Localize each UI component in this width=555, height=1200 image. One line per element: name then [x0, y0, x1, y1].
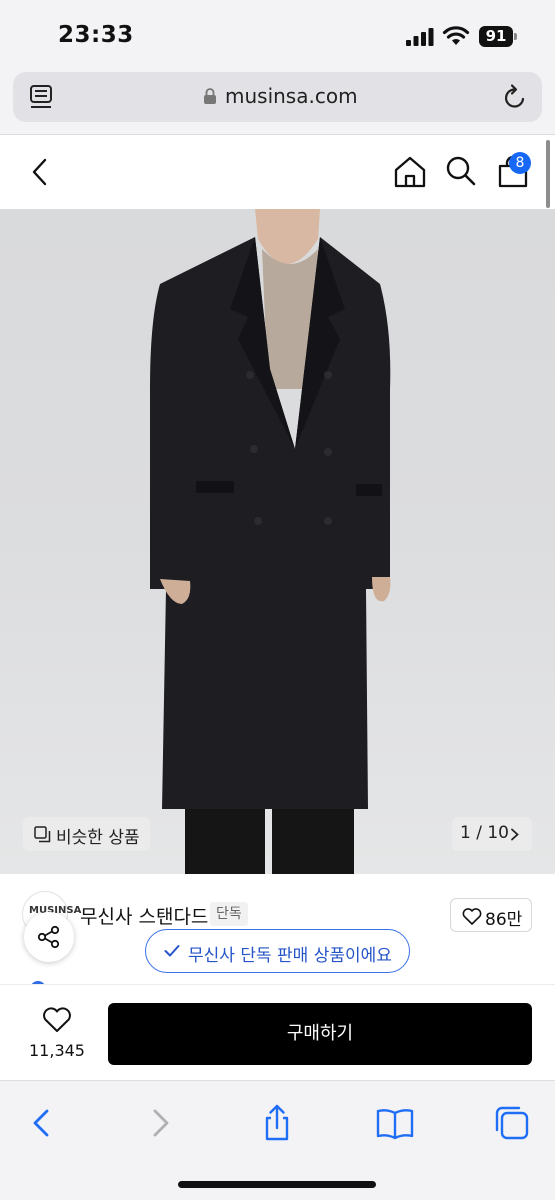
reload-icon[interactable]	[502, 83, 528, 111]
lock-icon	[204, 88, 216, 104]
status-time: 23:33	[58, 22, 134, 48]
image-pager[interactable]: 1 / 10	[452, 817, 532, 851]
image-pager-label: 1 / 10	[460, 823, 509, 843]
battery-indicator: 91	[479, 26, 513, 47]
scroll-indicator	[546, 140, 550, 208]
brand-row: MUSINSA 무신사 스탠다드 단독 86만 무신사 단독 판매 상품이에요	[0, 874, 555, 987]
browser-forward-icon[interactable]	[140, 1103, 180, 1143]
browser-toolbar	[0, 1080, 555, 1200]
tabs-overview-icon[interactable]	[492, 1103, 532, 1143]
back-arrow-icon[interactable]	[28, 157, 52, 187]
heart-icon	[462, 908, 482, 925]
share-nodes-icon	[37, 925, 60, 949]
product-image[interactable]: 비슷한 상품 1 / 10	[0, 209, 555, 874]
checkmark-icon	[164, 945, 180, 957]
browser-share-icon[interactable]	[257, 1103, 297, 1143]
wishlist-button[interactable]: 11,345	[20, 1003, 94, 1063]
bookmarks-book-icon[interactable]	[375, 1103, 415, 1143]
cart-count-badge: 8	[509, 152, 531, 174]
similar-products-label: 비슷한 상품	[56, 828, 140, 848]
buy-button[interactable]: 구매하기	[108, 1003, 532, 1065]
home-icon[interactable]	[393, 155, 427, 189]
home-indicator	[178, 1181, 376, 1188]
purchase-bar: 11,345 구매하기	[0, 984, 555, 1080]
wifi-icon	[442, 26, 470, 45]
exclusive-toast-text: 무신사 단독 판매 상품이에요	[188, 946, 392, 966]
cellular-signal-icon	[406, 28, 434, 46]
browser-back-icon[interactable]	[22, 1103, 62, 1143]
heart-outline-icon	[43, 1007, 71, 1032]
similar-stack-icon	[34, 826, 51, 843]
brand-like-count: 86만	[485, 910, 523, 930]
page-header: 8	[0, 135, 555, 209]
browser-address-area: musinsa.com	[0, 62, 555, 134]
battery-tip	[514, 33, 517, 40]
status-bar: 23:33 91	[0, 0, 555, 62]
brand-name[interactable]: 무신사 스탠다드	[80, 902, 208, 929]
similar-products-button[interactable]: 비슷한 상품	[23, 817, 150, 851]
search-icon[interactable]	[445, 155, 477, 187]
exclusive-tag: 단독	[210, 902, 248, 926]
share-button[interactable]	[24, 912, 74, 962]
wishlist-count: 11,345	[29, 1041, 85, 1060]
coat-photo-illustration	[150, 209, 391, 874]
address-bar[interactable]: musinsa.com	[13, 72, 542, 122]
brand-like-button[interactable]: 86만	[450, 898, 532, 932]
exclusive-toast: 무신사 단독 판매 상품이에요	[145, 929, 410, 973]
chevron-right-icon	[511, 828, 519, 841]
url-text[interactable]: musinsa.com	[225, 84, 358, 108]
reader-mode-icon[interactable]	[29, 84, 55, 110]
